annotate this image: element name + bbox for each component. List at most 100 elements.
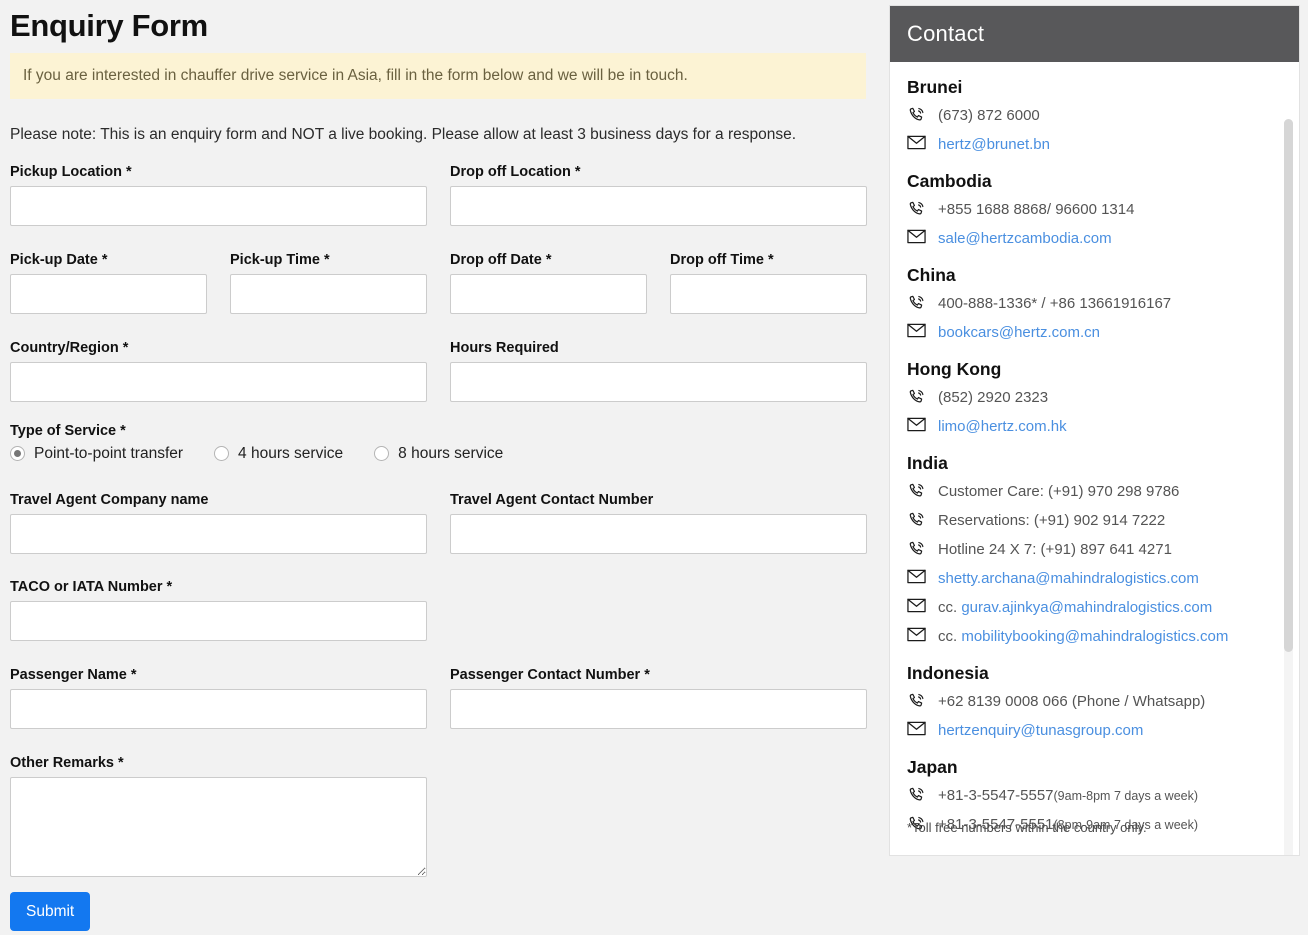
- country-region-label: Country/Region *: [10, 340, 129, 356]
- phone-icon: [907, 198, 938, 219]
- contact-email-value[interactable]: hertzenquiry@tunasgroup.com: [938, 719, 1143, 742]
- pickup-time-label: Pick-up Time *: [230, 252, 330, 268]
- other-remarks-textarea[interactable]: [10, 777, 427, 877]
- service-option-1[interactable]: 4 hours service: [214, 445, 343, 462]
- type-of-service-radio-group[interactable]: Point-to-point transfer 4 hours service 8 …: [10, 445, 534, 462]
- contact-email-value[interactable]: sale@hertzcambodia.com: [938, 227, 1112, 250]
- envelope-icon: [907, 321, 938, 338]
- field-dropoff-location: Drop off Location *: [450, 163, 867, 226]
- passenger-name-label: Passenger Name *: [10, 667, 137, 683]
- envelope-icon: [907, 227, 938, 244]
- dropoff-location-input[interactable]: [450, 186, 867, 226]
- contact-phone-value: Reservations: (+91) 902 914 7222: [938, 512, 1166, 529]
- contact-phone-row: +62 8139 0008 066 (Phone / Whatsapp): [907, 690, 1275, 715]
- field-passenger-contact: Passenger Contact Number *: [450, 666, 867, 729]
- page-title: Enquiry Form: [10, 8, 208, 43]
- contact-email-row[interactable]: bookcars@hertz.com.cn: [907, 321, 1275, 346]
- dropoff-date-input[interactable]: [450, 274, 647, 314]
- phone-icon: [907, 538, 938, 559]
- contact-email-value[interactable]: limo@hertz.com.hk: [938, 415, 1067, 438]
- submit-row: Submit: [10, 892, 91, 931]
- contact-email-row[interactable]: hertz@brunet.bn: [907, 133, 1275, 158]
- travel-agent-contact-input[interactable]: [450, 514, 867, 554]
- pickup-date-label: Pick-up Date *: [10, 252, 108, 268]
- contact-scrollbar-track[interactable]: [1284, 119, 1293, 855]
- contact-email-row[interactable]: hertzenquiry@tunasgroup.com: [907, 719, 1275, 744]
- phone-icon: [907, 386, 938, 407]
- type-of-service-label: Type of Service *: [10, 423, 126, 439]
- taco-iata-label: TACO or IATA Number *: [10, 579, 173, 595]
- field-other-remarks: Other Remarks *: [10, 754, 427, 882]
- contact-email-value[interactable]: shetty.archana@mahindralogistics.com: [938, 567, 1199, 590]
- contact-phone-row: (673) 872 6000: [907, 104, 1275, 129]
- contact-email-value[interactable]: cc. mobilitybooking@mahindralogistics.co…: [938, 625, 1228, 648]
- contact-email-row[interactable]: cc. mobilitybooking@mahindralogistics.co…: [907, 625, 1275, 650]
- travel-agent-company-input[interactable]: [10, 514, 427, 554]
- service-option-2[interactable]: 8 hours service: [374, 445, 503, 462]
- field-hours-required: Hours Required: [450, 339, 867, 402]
- field-taco-iata: TACO or IATA Number *: [10, 578, 427, 641]
- contact-phone-value: +81-3-5547-5557(9am-8pm 7 days a week): [938, 787, 1199, 804]
- contact-email-value[interactable]: hertz@brunet.bn: [938, 133, 1050, 156]
- contact-scrollbar-thumb[interactable]: [1284, 119, 1293, 652]
- radio-icon[interactable]: [10, 446, 25, 461]
- contact-email-value[interactable]: cc. gurav.ajinkya@mahindralogistics.com: [938, 596, 1212, 619]
- taco-iata-input[interactable]: [10, 601, 427, 641]
- pickup-time-input[interactable]: [230, 274, 427, 314]
- service-option-0[interactable]: Point-to-point transfer: [10, 445, 183, 462]
- field-country-region: Country/Region *: [10, 339, 427, 402]
- hours-required-input[interactable]: [450, 362, 867, 402]
- travel-agent-contact-label: Travel Agent Contact Number: [450, 492, 654, 508]
- field-passenger-name: Passenger Name *: [10, 666, 427, 729]
- notice-banner: If you are interested in chauffer drive …: [10, 53, 866, 99]
- contact-phone-value: 400-888-1336* / +86 13661916167: [938, 295, 1172, 312]
- country-region-input[interactable]: [10, 362, 427, 402]
- radio-icon[interactable]: [374, 446, 390, 461]
- contact-email-row[interactable]: limo@hertz.com.hk: [907, 415, 1275, 440]
- submit-button[interactable]: Submit: [10, 892, 91, 931]
- phone-icon: [907, 784, 938, 805]
- contact-email-row[interactable]: sale@hertzcambodia.com: [907, 227, 1275, 252]
- country-name: Indonesia: [907, 663, 989, 683]
- contact-phone-value: Customer Care: (+91) 970 298 9786: [938, 483, 1180, 500]
- dropoff-time-input[interactable]: [670, 274, 867, 314]
- contact-phone-row: +81-3-5547-5557(9am-8pm 7 days a week): [907, 784, 1275, 809]
- phone-icon: [907, 480, 938, 501]
- service-option-label: 4 hours service: [238, 445, 344, 462]
- contact-country-block: Hong Kong (852) 2920 2323 limo@hertz.com.h…: [907, 358, 1275, 440]
- field-dropoff-date: Drop off Date *: [450, 251, 647, 314]
- contact-phone-value: Hotline 24 X 7: (+91) 897 641 4271: [938, 541, 1172, 558]
- contact-country-block: Cambodia +855 1688 8868/ 96600 1314 sale@h…: [907, 170, 1275, 252]
- dropoff-date-label: Drop off Date *: [450, 252, 552, 268]
- contact-phone-value: (852) 2920 2323: [938, 389, 1049, 406]
- phone-icon: [907, 104, 938, 125]
- contact-phone-row: Reservations: (+91) 902 914 7222: [907, 509, 1275, 534]
- contact-email-value[interactable]: bookcars@hertz.com.cn: [938, 321, 1100, 344]
- passenger-name-input[interactable]: [10, 689, 427, 729]
- contact-phone-row: +855 1688 8868/ 96600 1314: [907, 198, 1275, 223]
- radio-icon[interactable]: [214, 446, 230, 461]
- contact-country-list: Brunei (673) 872 6000 hertz@brunet.bn Cambo…: [907, 76, 1275, 838]
- other-remarks-label: Other Remarks *: [10, 755, 124, 771]
- envelope-icon: [907, 625, 938, 642]
- pickup-date-input[interactable]: [10, 274, 207, 314]
- contact-country-block: Brunei (673) 872 6000 hertz@brunet.bn: [907, 76, 1275, 158]
- pickup-location-label: Pickup Location *: [10, 164, 132, 180]
- contact-panel: Contact Brunei (673) 872 6000 hertz@brunet…: [889, 5, 1300, 856]
- service-option-label: 8 hours service: [398, 445, 504, 462]
- contact-phone-row: Hotline 24 X 7: (+91) 897 641 4271: [907, 538, 1275, 563]
- contact-email-row[interactable]: shetty.archana@mahindralogistics.com: [907, 567, 1275, 592]
- passenger-contact-input[interactable]: [450, 689, 867, 729]
- enquiry-form: Enquiry Form If you are interested in ch…: [0, 0, 880, 935]
- contact-email-row[interactable]: cc. gurav.ajinkya@mahindralogistics.com: [907, 596, 1275, 621]
- country-name: Brunei: [907, 77, 963, 97]
- phone-icon: [907, 292, 938, 313]
- pickup-location-input[interactable]: [10, 186, 427, 226]
- envelope-icon: [907, 719, 938, 736]
- form-note: Please note: This is an enquiry form and…: [10, 126, 797, 143]
- envelope-icon: [907, 133, 938, 150]
- country-name: Hong Kong: [907, 359, 1002, 379]
- contact-phone-value: (673) 872 6000: [938, 107, 1040, 124]
- dropoff-location-label: Drop off Location *: [450, 164, 581, 180]
- contact-country-block: China 400-888-1336* / +86 13661916167 book…: [907, 264, 1275, 346]
